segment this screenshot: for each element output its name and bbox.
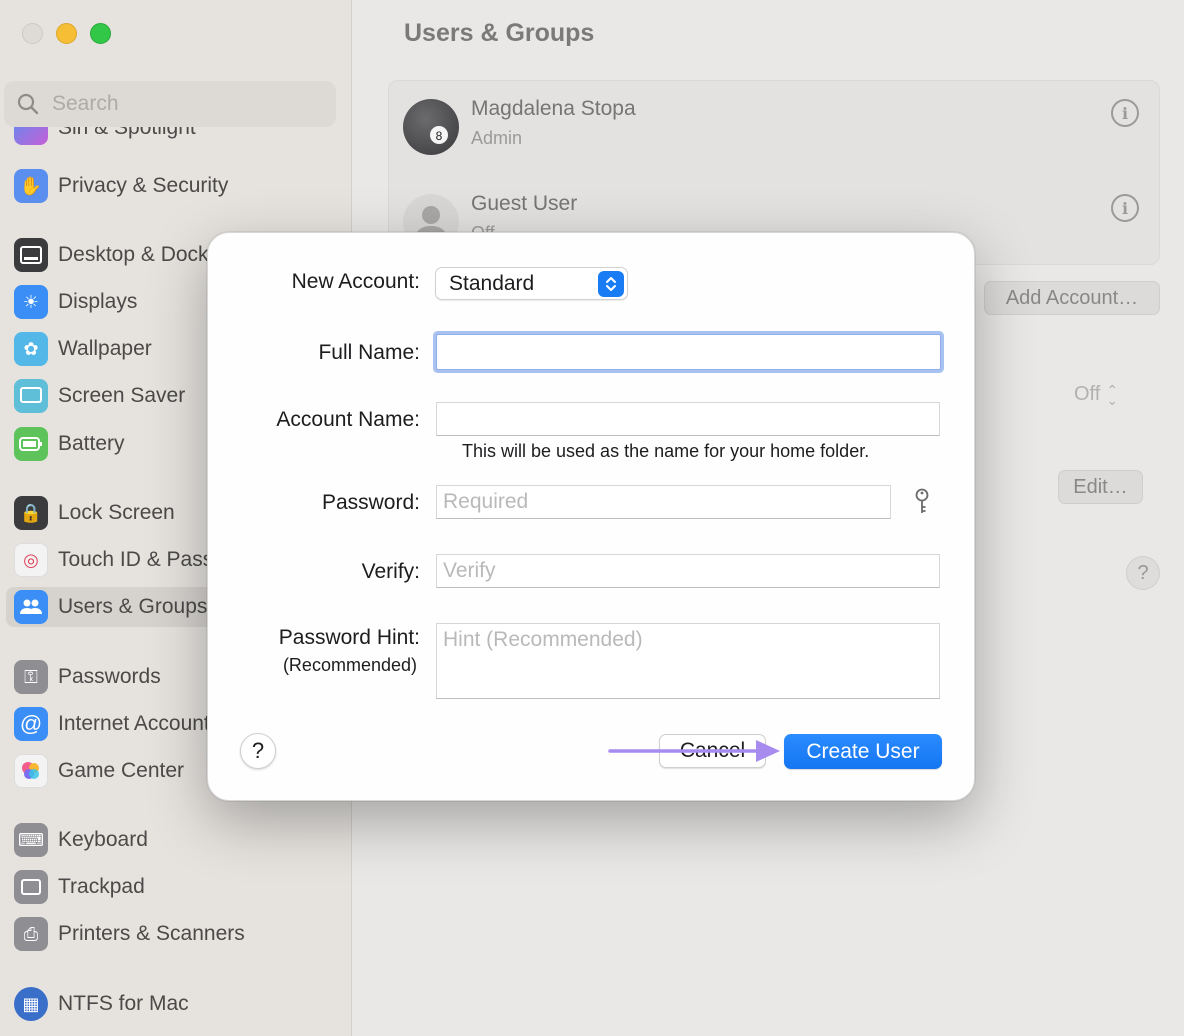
account-type-value: Standard: [449, 271, 535, 295]
help-button[interactable]: ?: [240, 733, 276, 769]
account-name-field[interactable]: [436, 402, 940, 436]
password-assistant-key-icon[interactable]: [911, 488, 933, 516]
verify-field[interactable]: [436, 554, 940, 588]
password-hint-label: Password Hint:: [278, 626, 420, 649]
account-type-select[interactable]: Standard: [435, 267, 628, 300]
password-field[interactable]: [436, 485, 891, 519]
annotation-arrow-icon: [608, 740, 780, 762]
full-name-label: Full Name:: [318, 341, 420, 364]
password-hint-sublabel: (Recommended): [282, 655, 417, 675]
verify-label: Verify:: [361, 560, 420, 583]
account-name-note: This will be used as the name for your h…: [462, 441, 870, 461]
create-user-button[interactable]: Create User: [784, 734, 942, 769]
password-hint-field[interactable]: [436, 623, 940, 699]
new-account-label: New Account:: [291, 270, 420, 293]
chevron-updown-icon: [598, 271, 624, 297]
account-name-label: Account Name:: [276, 408, 420, 431]
new-account-dialog: New Account: Standard Full Name: Account…: [207, 232, 975, 801]
password-label: Password:: [321, 491, 420, 514]
full-name-field[interactable]: [436, 334, 941, 370]
